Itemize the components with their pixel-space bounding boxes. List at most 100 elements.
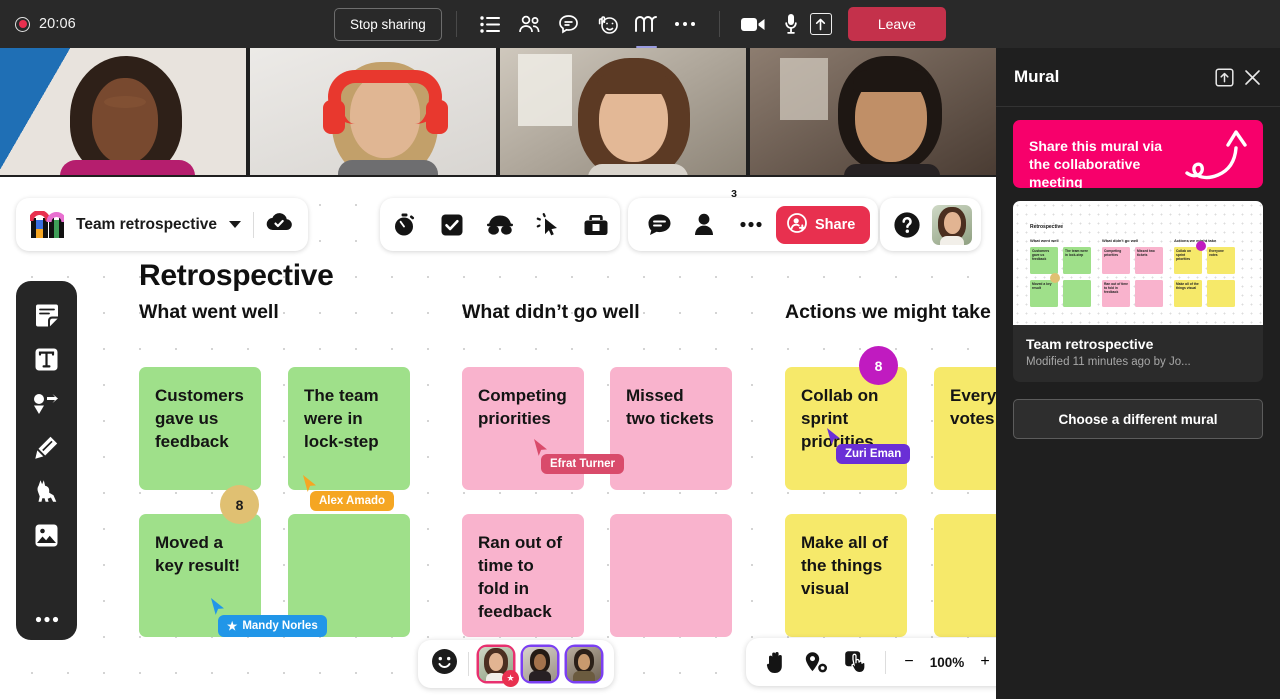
pop-out-icon[interactable] — [1210, 63, 1238, 91]
thumb-note: Collab on sprint priorities — [1174, 247, 1202, 274]
reaction-bar: ★ — [418, 640, 614, 688]
cursor-label: Zuri Eman — [836, 444, 911, 464]
teams-meeting-window: 20:06 Stop sharing Leave Team retrospect… — [0, 0, 1280, 699]
thumb-title: Retrospective — [1030, 224, 1064, 230]
share-button-label: Share — [815, 216, 856, 233]
cursor-label: Efrat Turner — [541, 454, 624, 474]
find-people-icon[interactable] — [798, 642, 834, 682]
more-options-icon[interactable] — [666, 7, 705, 41]
thumb-note: Ran out of time to fold in feedback — [1102, 280, 1130, 307]
sticky-note[interactable]: Customers gave us feedback — [139, 367, 261, 490]
thumb-note: The team were in lock-step — [1063, 247, 1091, 274]
comment-icon[interactable] — [636, 198, 682, 251]
summon-cursor-icon[interactable] — [525, 198, 571, 251]
icons-llama-tool[interactable] — [23, 470, 71, 512]
star-icon: ★ — [502, 670, 519, 687]
thumb-note — [1135, 280, 1163, 307]
participant-tile-2[interactable] — [250, 48, 496, 175]
shapes-connectors-tool[interactable] — [23, 383, 71, 425]
checkbox-voting-icon[interactable] — [429, 198, 475, 251]
help-and-account — [880, 198, 981, 251]
people-count: 3 — [731, 188, 737, 200]
mural-logo-icon — [28, 209, 67, 239]
leave-button[interactable]: Leave — [847, 7, 946, 41]
thumb-col-2: What didn't go well — [1102, 238, 1139, 243]
timer-icon[interactable] — [381, 198, 427, 251]
video-participant-strip — [0, 48, 996, 175]
divider — [718, 11, 720, 37]
help-question-icon[interactable] — [889, 198, 925, 251]
divider — [468, 652, 469, 676]
chat-icon[interactable] — [549, 7, 588, 41]
agenda-list-icon[interactable] — [471, 7, 510, 41]
microphone-icon[interactable] — [772, 7, 810, 41]
user-avatar[interactable] — [932, 204, 972, 245]
reaction-avatar-3[interactable] — [567, 647, 601, 681]
sticky-note[interactable]: Collab on sprint priorities — [785, 367, 907, 490]
divider — [455, 11, 457, 37]
sticky-note[interactable]: Missed two tickets — [610, 367, 732, 490]
thumb-vote-badge — [1196, 241, 1206, 251]
share-screen-icon[interactable] — [809, 13, 832, 35]
mural-app-icon[interactable] — [627, 7, 666, 48]
participant-tile-1[interactable] — [0, 48, 246, 175]
camera-icon[interactable] — [734, 7, 772, 41]
reaction-avatar-2[interactable] — [523, 647, 557, 681]
column-heading-1: What went well — [139, 301, 279, 323]
mural-side-panel: Mural Share this mural via the collabora… — [996, 48, 1280, 699]
add-person-icon — [787, 212, 807, 237]
choose-different-mural-button[interactable]: Choose a different mural — [1013, 399, 1263, 439]
text-tool[interactable] — [23, 339, 71, 381]
divider — [885, 650, 886, 674]
zoom-out-button[interactable]: − — [897, 642, 921, 682]
vote-badge[interactable]: 8 — [220, 485, 259, 524]
toolkit-icon[interactable] — [573, 198, 619, 251]
sticky-note[interactable] — [934, 514, 996, 637]
share-button[interactable]: Share — [776, 205, 871, 244]
close-icon[interactable] — [1238, 63, 1266, 91]
sticky-note-tool[interactable] — [23, 295, 71, 337]
reaction-avatar-1[interactable]: ★ — [479, 647, 519, 687]
thumb-note: Customers gave us feedback — [1030, 247, 1058, 274]
thumb-note: Make all of the things visual — [1174, 280, 1202, 307]
thumb-note: Competing priorities — [1102, 247, 1130, 274]
column-heading-2: What didn’t go well — [462, 301, 640, 323]
people-icon[interactable]: 3 — [682, 188, 737, 251]
select-touch-icon[interactable] — [838, 642, 874, 682]
pen-tool[interactable] — [23, 427, 71, 469]
column-heading-3: Actions we might take — [785, 301, 991, 323]
zoom-in-button[interactable]: + — [973, 642, 996, 682]
vote-badge[interactable]: 8 — [859, 346, 898, 385]
mural-card-body: Team retrospective Modified 11 minutes a… — [1013, 325, 1263, 382]
promo-banner[interactable]: Share this mural via the collaborative m… — [1013, 120, 1263, 188]
cursor-label: ★ Mandy Norles — [218, 615, 327, 637]
private-mode-icon[interactable] — [477, 198, 523, 251]
sticky-note[interactable]: Ran out of time to fold in feedback — [462, 514, 584, 637]
mural-card-subtitle: Modified 11 minutes ago by Jo... — [1026, 356, 1191, 368]
mural-canvas[interactable]: Team retrospective 3 Share Retrospective… — [0, 177, 996, 699]
thumb-vote-badge — [1050, 273, 1060, 283]
sticky-note[interactable]: The team were in lock-step — [288, 367, 410, 490]
sticky-note[interactable]: Everyone votes — [934, 367, 996, 490]
more-options-icon[interactable] — [728, 198, 774, 251]
meeting-toolbar: 20:06 Stop sharing Leave — [0, 0, 1280, 48]
chevron-down-icon[interactable] — [229, 221, 241, 228]
participant-tile-4[interactable] — [750, 48, 996, 175]
mural-card[interactable]: Retrospective What went well What didn't… — [1013, 201, 1263, 382]
facilitation-tools — [380, 198, 620, 251]
stop-sharing-button[interactable]: Stop sharing — [334, 7, 442, 41]
raise-hand-reactions-icon[interactable] — [588, 7, 627, 41]
pan-hand-icon[interactable] — [758, 642, 794, 682]
participant-tile-3[interactable] — [500, 48, 746, 175]
image-tool[interactable] — [23, 514, 71, 556]
sticky-note[interactable]: Make all of the things visual — [785, 514, 907, 637]
smiley-reaction-icon[interactable] — [431, 648, 458, 680]
meeting-controls: Stop sharing Leave — [334, 0, 946, 48]
panel-title: Mural — [1014, 67, 1060, 86]
board-title: Retrospective — [139, 259, 334, 292]
people-icon[interactable] — [510, 7, 549, 41]
more-tools[interactable] — [23, 598, 71, 640]
sticky-note[interactable] — [610, 514, 732, 637]
zoom-toolbar: − 100% + — [746, 638, 996, 686]
cursor-label: Alex Amado — [310, 491, 395, 511]
